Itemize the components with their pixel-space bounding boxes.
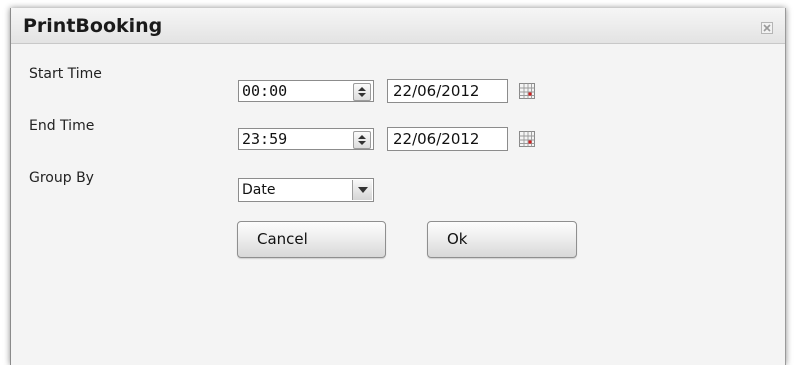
group-by-select[interactable]: Date <box>238 178 374 202</box>
calendar-icon[interactable] <box>518 82 536 100</box>
dialog-title: PrintBooking <box>23 15 163 37</box>
end-time-input[interactable]: 23:59 <box>238 128 374 150</box>
spinner-updown-icon[interactable] <box>353 131 371 149</box>
cancel-button[interactable]: Cancel <box>237 221 386 258</box>
end-date-input[interactable]: 22/06/2012 <box>387 127 508 151</box>
ok-button-label: Ok <box>447 230 468 248</box>
close-icon[interactable] <box>761 19 773 34</box>
group-by-label: Group By <box>29 170 94 186</box>
ok-button[interactable]: Ok <box>427 221 577 258</box>
start-date-input[interactable]: 22/06/2012 <box>387 79 508 103</box>
cancel-button-label: Cancel <box>257 230 308 248</box>
end-time-value: 23:59 <box>242 130 288 148</box>
start-date-value: 22/06/2012 <box>393 82 480 100</box>
spinner-updown-icon[interactable] <box>353 83 371 101</box>
end-date-value: 22/06/2012 <box>393 130 480 148</box>
start-time-input[interactable]: 00:00 <box>238 80 374 102</box>
chevron-down-icon[interactable] <box>352 180 372 200</box>
group-by-value: Date <box>242 182 276 198</box>
start-time-value: 00:00 <box>242 82 288 100</box>
end-time-label: End Time <box>29 118 95 134</box>
start-time-label: Start Time <box>29 66 102 82</box>
calendar-icon[interactable] <box>518 130 536 148</box>
print-booking-dialog: PrintBooking Start Time 00:00 22/06/2012… <box>10 8 786 365</box>
dialog-titlebar: PrintBooking <box>11 8 785 44</box>
